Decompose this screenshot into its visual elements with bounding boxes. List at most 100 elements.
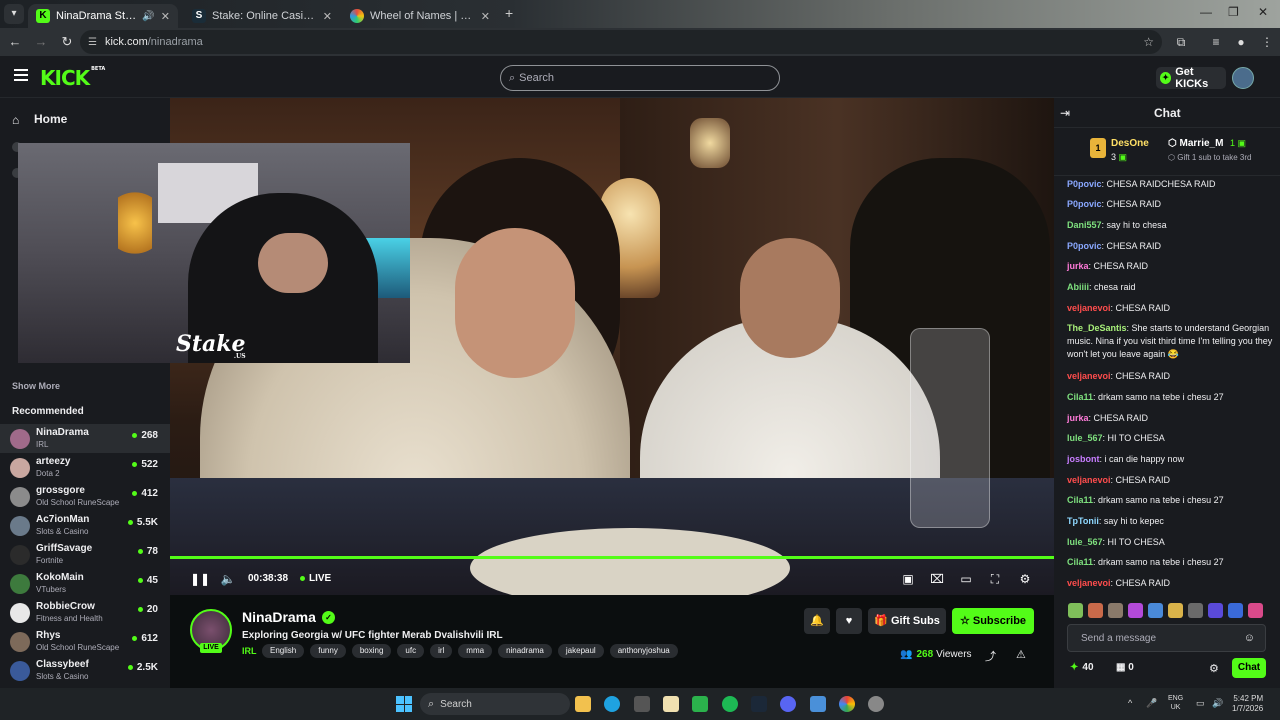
forward-icon[interactable]: → bbox=[30, 31, 52, 53]
network-icon[interactable]: ▭ bbox=[1196, 698, 1205, 709]
search-input[interactable] bbox=[519, 72, 760, 84]
stream-tag[interactable]: jakepaul bbox=[557, 644, 604, 658]
new-tab-button[interactable]: + bbox=[505, 5, 513, 21]
chat-username[interactable]: jurka bbox=[1067, 261, 1089, 271]
app-icon[interactable] bbox=[868, 696, 884, 712]
tab-search-button[interactable]: ▾ bbox=[4, 4, 24, 24]
tray-chevron-icon[interactable]: ^ bbox=[1128, 698, 1132, 708]
stream-tag[interactable]: mma bbox=[458, 644, 493, 658]
tab-wheel-of-names[interactable]: Wheel of Names | Random name ✕ bbox=[342, 4, 498, 28]
chat-username[interactable]: Dani557 bbox=[1067, 220, 1102, 230]
stream-tag[interactable]: funny bbox=[310, 644, 346, 658]
emote-icon[interactable] bbox=[1248, 603, 1263, 618]
file-explorer-icon[interactable] bbox=[575, 696, 591, 712]
reload-icon[interactable]: ↻ bbox=[56, 31, 78, 53]
sidebar-channel[interactable]: Rhys Old School RuneScape 612 bbox=[0, 627, 170, 656]
theater-mode-icon[interactable]: ▭ bbox=[958, 571, 974, 587]
tab-close-icon[interactable]: ✕ bbox=[481, 10, 490, 23]
stream-tag[interactable]: ninadrama bbox=[498, 644, 552, 658]
chat-username[interactable]: veljanevoi bbox=[1067, 475, 1111, 485]
minimize-icon[interactable]: — bbox=[1200, 5, 1212, 19]
windows-start-icon[interactable] bbox=[396, 696, 412, 712]
chat-username[interactable]: The_DeSantis bbox=[1067, 323, 1127, 333]
speaker-icon[interactable]: 🔊 bbox=[142, 11, 154, 22]
chat-username[interactable]: Cila11 bbox=[1067, 392, 1093, 402]
chat-username[interactable]: veljanevoi bbox=[1067, 371, 1111, 381]
emote-icon[interactable] bbox=[1228, 603, 1243, 618]
notification-bell-icon[interactable]: 🔔 bbox=[804, 608, 830, 634]
sidebar-channel[interactable]: RobbieCrow Fitness and Health 20 bbox=[0, 598, 170, 627]
subscribe-button[interactable]: ☆ Subscribe bbox=[952, 608, 1034, 634]
sidebar-channel[interactable]: arteezy Dota 2 522 bbox=[0, 453, 170, 482]
reading-list-icon[interactable]: ≡ bbox=[1205, 31, 1227, 53]
clock[interactable]: 5:42 PM 1/7/2026 bbox=[1232, 694, 1263, 714]
steam-icon[interactable] bbox=[751, 696, 767, 712]
fullscreen-icon[interactable]: ⛶ bbox=[987, 571, 1003, 587]
menu-icon[interactable] bbox=[14, 69, 28, 81]
kick-logo[interactable]: KICK BETA bbox=[40, 66, 105, 90]
browser-menu-icon[interactable]: ⋮ bbox=[1256, 31, 1278, 53]
stream-tag[interactable]: irl bbox=[430, 644, 453, 658]
search-box[interactable]: ⌕ bbox=[500, 65, 780, 91]
emote-icon[interactable] bbox=[1168, 603, 1183, 618]
chat-settings-icon[interactable]: ⚙ bbox=[1209, 662, 1219, 675]
stream-category[interactable]: IRL bbox=[242, 646, 257, 656]
sidebar-channel[interactable]: GriffSavage Fortnite 78 bbox=[0, 540, 170, 569]
chat-username[interactable]: veljanevoi bbox=[1067, 578, 1111, 588]
user-avatar[interactable] bbox=[1232, 67, 1254, 89]
pip-icon[interactable]: ▣ bbox=[900, 571, 916, 587]
chat-username[interactable]: Abiiii bbox=[1067, 282, 1089, 292]
report-icon[interactable]: ⚠ bbox=[1016, 648, 1026, 661]
follow-heart-icon[interactable]: ♥ bbox=[836, 608, 862, 634]
emote-icon[interactable] bbox=[1108, 603, 1123, 618]
leader-1-name[interactable]: DesOne bbox=[1111, 138, 1149, 149]
emote-icon[interactable] bbox=[1148, 603, 1163, 618]
maximize-icon[interactable]: ❐ bbox=[1228, 5, 1239, 19]
emote-icon[interactable] bbox=[1128, 603, 1143, 618]
bookmark-star-icon[interactable]: ☆ bbox=[1143, 35, 1154, 49]
chrome-icon[interactable] bbox=[839, 696, 855, 712]
spotify-icon[interactable] bbox=[722, 696, 738, 712]
chat-input-box[interactable]: ☺ bbox=[1067, 624, 1266, 652]
app-icon[interactable] bbox=[663, 696, 679, 712]
xbox-icon[interactable] bbox=[692, 696, 708, 712]
emote-icon[interactable] bbox=[1088, 603, 1103, 618]
store-icon[interactable] bbox=[634, 696, 650, 712]
notepad-icon[interactable] bbox=[810, 696, 826, 712]
pause-icon[interactable]: ❚❚ bbox=[190, 571, 210, 587]
sidebar-channel[interactable]: Classybeef Slots & Casino 2.5K bbox=[0, 656, 170, 685]
chat-username[interactable]: P0povic bbox=[1067, 199, 1102, 209]
stream-tag[interactable]: anthonyjoshua bbox=[609, 644, 678, 658]
chat-username[interactable]: veljanevoi bbox=[1067, 303, 1111, 313]
streamer-name[interactable]: NinaDrama bbox=[242, 609, 316, 625]
profile-icon[interactable]: ● bbox=[1230, 31, 1252, 53]
stream-tag[interactable]: English bbox=[262, 644, 305, 658]
sidebar-channel[interactable]: NinaDrama IRL 268 bbox=[0, 424, 170, 453]
extensions-icon[interactable]: ⧉ bbox=[1170, 31, 1192, 53]
taskbar-search[interactable]: ⌕ Search bbox=[420, 693, 570, 715]
sidebar-channel[interactable]: Ac7ionMan Slots & Casino 5.5K bbox=[0, 511, 170, 540]
chat-username[interactable]: P0povic bbox=[1067, 241, 1102, 251]
stream-tag[interactable]: boxing bbox=[351, 644, 392, 658]
chat-username[interactable]: lule_567 bbox=[1067, 433, 1103, 443]
site-info-icon[interactable]: ☰ bbox=[88, 37, 97, 48]
emote-icon[interactable] bbox=[1208, 603, 1223, 618]
chat-username[interactable]: TpTonii bbox=[1067, 516, 1099, 526]
get-kicks-button[interactable]: ✦ Get KICKs bbox=[1156, 66, 1226, 90]
kicks-balance[interactable]: ✦ 40 bbox=[1070, 662, 1094, 673]
settings-gear-icon[interactable]: ⚙ bbox=[1017, 571, 1033, 587]
stream-tag[interactable]: ufc bbox=[397, 644, 425, 658]
chat-username[interactable]: lule_567 bbox=[1067, 537, 1103, 547]
emoji-picker-icon[interactable]: ☺ bbox=[1244, 632, 1255, 644]
collapse-chat-icon[interactable]: ⇥ bbox=[1060, 106, 1070, 120]
volume-icon[interactable]: 🔊 bbox=[1212, 698, 1223, 709]
clip-icon[interactable]: ⌧ bbox=[929, 571, 945, 587]
chat-message-input[interactable] bbox=[1068, 632, 1238, 644]
microphone-icon[interactable]: 🎤 bbox=[1146, 698, 1157, 709]
show-more-link[interactable]: Show More bbox=[12, 381, 60, 391]
video-progress-bar[interactable] bbox=[170, 556, 1054, 559]
emote-icon[interactable] bbox=[1188, 603, 1203, 618]
sidebar-channel[interactable]: KokoMain VTubers 45 bbox=[0, 569, 170, 598]
leader-2-name[interactable]: ⬡ Marrie_M bbox=[1168, 138, 1223, 149]
discord-icon[interactable] bbox=[780, 696, 796, 712]
